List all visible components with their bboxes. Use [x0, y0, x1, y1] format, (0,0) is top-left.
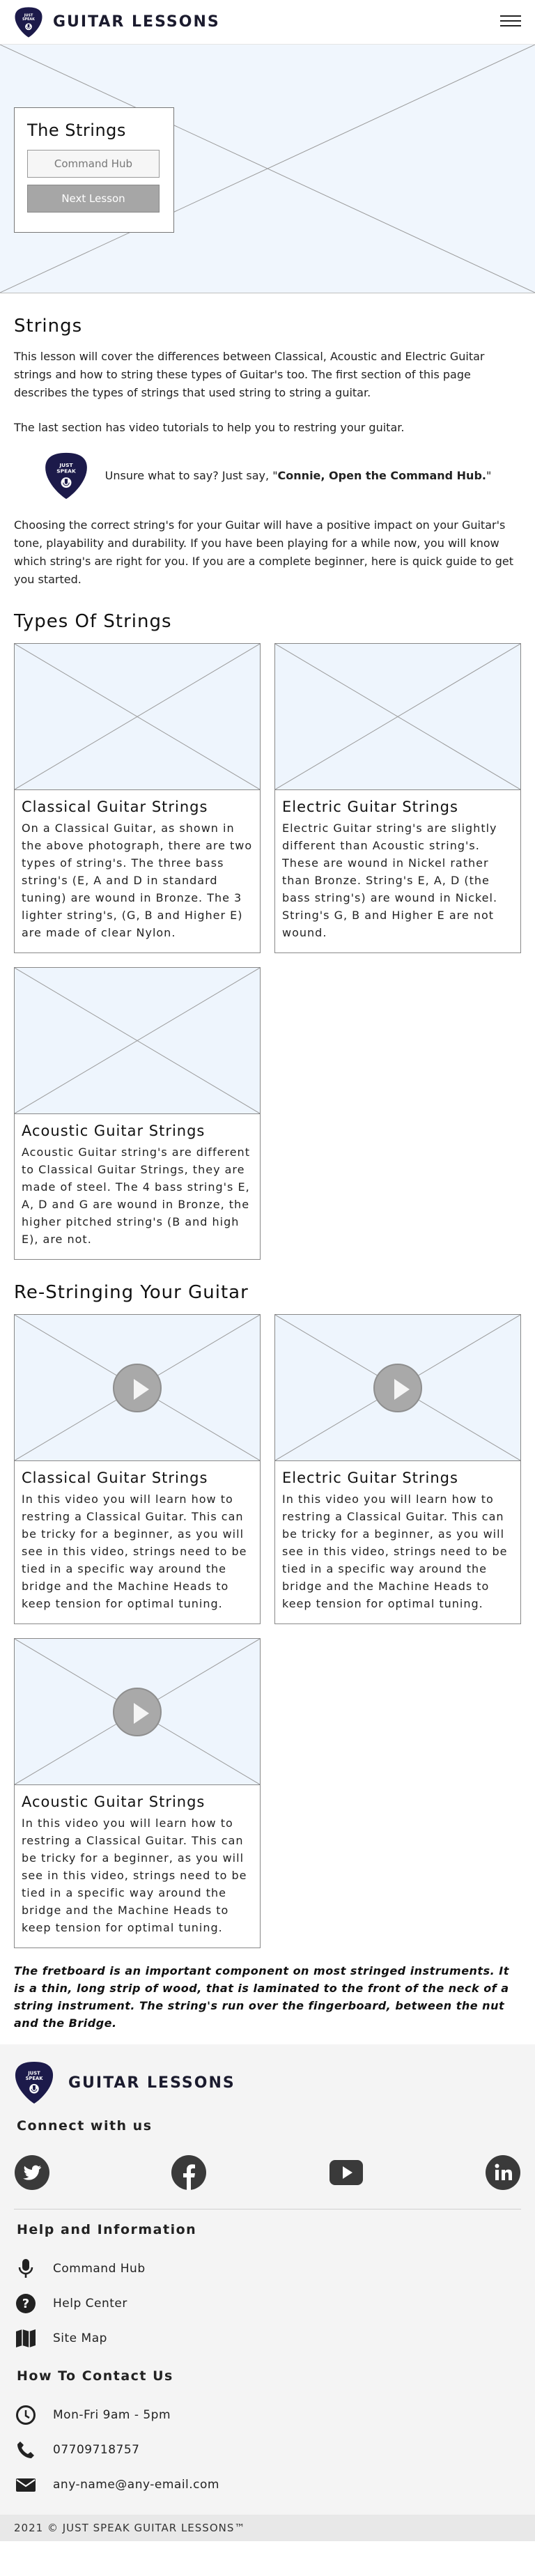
card-image-placeholder	[15, 644, 260, 790]
string-type-card: Electric Guitar Strings Electric Guitar …	[274, 643, 521, 953]
phone-icon	[14, 2438, 38, 2462]
video-card: Classical Guitar Strings In this video y…	[14, 1314, 261, 1624]
command-hub-button[interactable]: Command Hub	[27, 150, 160, 178]
string-type-card: Classical Guitar Strings On a Classical …	[14, 643, 261, 953]
connect-heading: Connect with us	[17, 2118, 153, 2134]
card-text: On a Classical Guitar, as shown in the a…	[22, 822, 253, 939]
play-icon[interactable]	[373, 1363, 422, 1412]
email-icon	[14, 2473, 38, 2497]
just-speak-logo-icon	[44, 451, 88, 501]
hero-title: The Strings	[27, 121, 126, 140]
intro-paragraph: This lesson will cover the differences b…	[14, 350, 485, 399]
hero-banner: The Strings Command Hub Next Lesson	[0, 45, 535, 293]
card-text: Acoustic Guitar string's are different t…	[22, 1146, 250, 1246]
intro-paragraph: The last section has video tutorials to …	[14, 421, 405, 434]
hamburger-menu-icon[interactable]	[500, 12, 521, 31]
next-lesson-button[interactable]: Next Lesson	[27, 185, 160, 213]
site-header: GUITAR LESSONS	[0, 0, 535, 45]
video-placeholder[interactable]	[15, 1315, 260, 1461]
string-types-grid: Classical Guitar Strings On a Classical …	[14, 643, 521, 1260]
video-placeholder[interactable]	[275, 1315, 520, 1461]
footer-title: GUITAR LESSONS	[68, 2074, 235, 2092]
hero-card: The Strings Command Hub Next Lesson	[14, 107, 174, 233]
svg-text:?: ?	[22, 2297, 29, 2311]
card-text: Electric Guitar string's are slightly di…	[282, 822, 498, 939]
card-title: Acoustic Guitar Strings	[22, 1123, 206, 1139]
play-icon[interactable]	[113, 1363, 162, 1412]
twitter-icon[interactable]	[14, 2154, 50, 2191]
linkedin-icon[interactable]	[485, 2154, 521, 2191]
facebook-icon[interactable]	[171, 2154, 207, 2191]
fretboard-note: The fretboard is an important component …	[14, 1964, 509, 2030]
footer-link-command-hub[interactable]: Command Hub	[14, 2251, 521, 2286]
site-footer: GUITAR LESSONS Connect with us Help and …	[0, 2044, 535, 2541]
help-heading: Help and Information	[17, 2222, 197, 2237]
assistant-hint-text: Unsure what to say? Just say, "Connie, O…	[104, 469, 492, 482]
restringing-heading: Re-Stringing Your Guitar	[14, 1282, 249, 1303]
video-card: Acoustic Guitar Strings In this video yo…	[14, 1638, 261, 1948]
youtube-icon[interactable]	[328, 2154, 364, 2191]
footer-link-site-map[interactable]: Site Map	[14, 2321, 521, 2356]
contact-phone[interactable]: 07709718757	[14, 2432, 521, 2467]
string-type-card: Acoustic Guitar Strings Acoustic Guitar …	[14, 967, 261, 1260]
card-title: Classical Guitar Strings	[22, 1470, 208, 1486]
just-speak-logo-icon[interactable]	[14, 2060, 54, 2106]
footer-brand: GUITAR LESSONS	[14, 2060, 521, 2106]
card-image-placeholder	[15, 968, 260, 1114]
card-title: Classical Guitar Strings	[22, 799, 208, 815]
card-title: Electric Guitar Strings	[282, 1470, 458, 1486]
contact-hours: Mon-Fri 9am - 5pm	[14, 2398, 521, 2432]
strings-heading: Strings	[14, 316, 83, 337]
just-speak-logo-icon[interactable]	[14, 6, 43, 38]
microphone-icon	[14, 2257, 38, 2281]
contact-heading: How To Contact Us	[17, 2368, 173, 2384]
play-icon[interactable]	[113, 1687, 162, 1736]
video-card: Electric Guitar Strings In this video yo…	[274, 1314, 521, 1624]
question-circle-icon: ?	[14, 2292, 38, 2315]
copyright-bar: 2021 © JUST SPEAK GUITAR LESSONS™	[0, 2515, 535, 2541]
card-text: In this video you will learn how to rest…	[22, 1493, 247, 1610]
intro-paragraph: Choosing the correct string's for your G…	[14, 518, 513, 586]
card-image-placeholder	[275, 644, 520, 790]
social-links	[14, 2154, 521, 2209]
contact-list: Mon-Fri 9am - 5pm 07709718757 any-name@a…	[14, 2398, 521, 2502]
footer-link-help-center[interactable]: ? Help Center	[14, 2286, 521, 2321]
help-links: Command Hub ? Help Center Site Map	[14, 2251, 521, 2356]
card-text: In this video you will learn how to rest…	[282, 1493, 508, 1610]
video-placeholder[interactable]	[15, 1639, 260, 1785]
map-icon	[14, 2327, 38, 2350]
types-of-strings-heading: Types Of Strings	[14, 611, 172, 632]
video-tutorials-grid: Classical Guitar Strings In this video y…	[14, 1314, 521, 1948]
contact-email[interactable]: any-name@any-email.com	[14, 2467, 521, 2502]
site-title[interactable]: GUITAR LESSONS	[53, 13, 220, 31]
voice-assistant-hint: Unsure what to say? Just say, "Connie, O…	[14, 451, 521, 501]
card-text: In this video you will learn how to rest…	[22, 1817, 247, 1934]
main-content: Strings This lesson will cover the diffe…	[0, 316, 535, 2032]
card-title: Electric Guitar Strings	[282, 799, 458, 815]
card-title: Acoustic Guitar Strings	[22, 1794, 206, 1810]
clock-icon	[14, 2403, 38, 2427]
